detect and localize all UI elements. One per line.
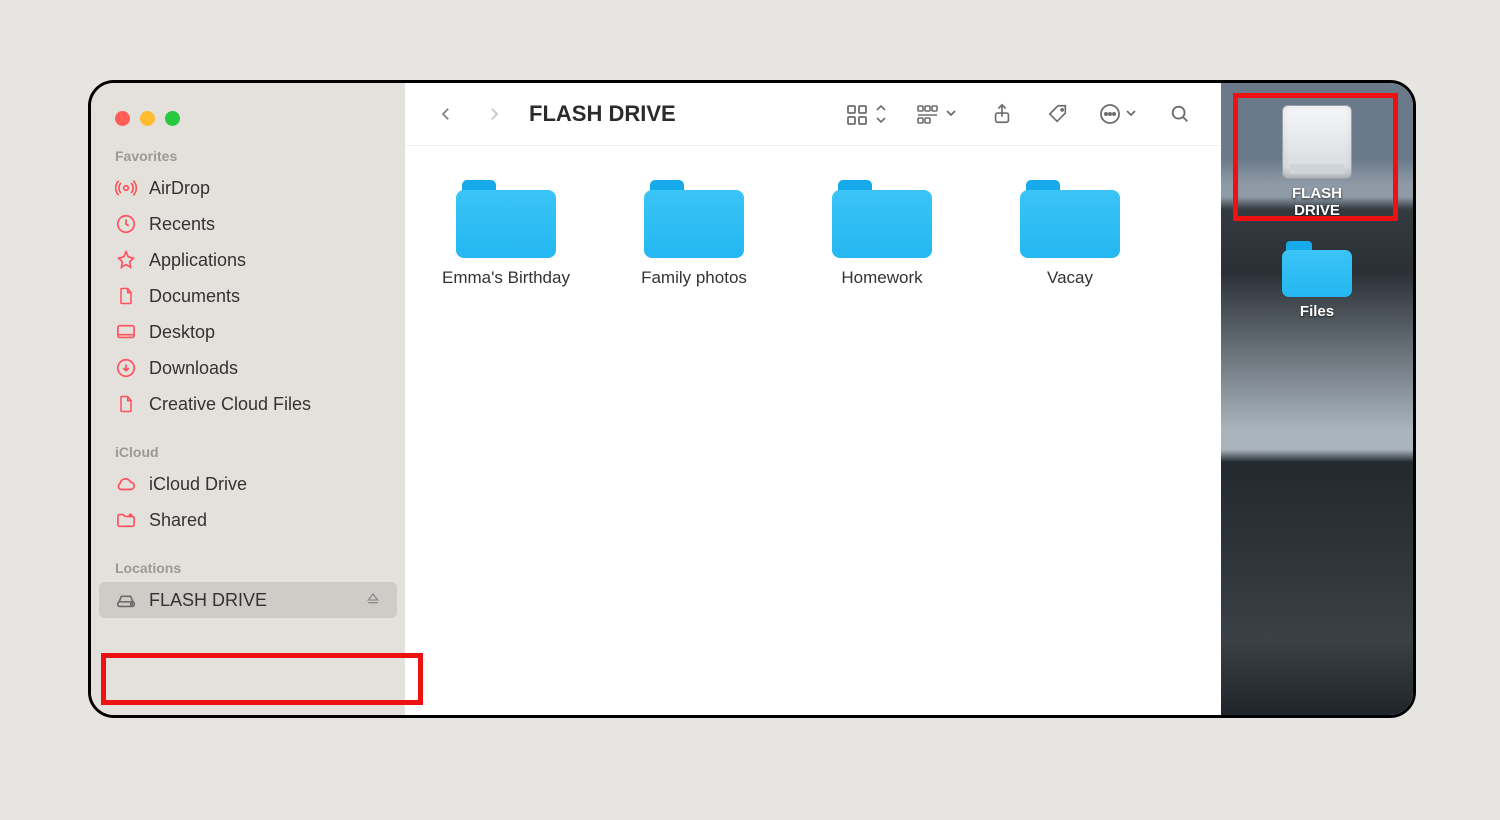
desktop-item-folder[interactable]: Files <box>1282 241 1352 320</box>
forward-button[interactable] <box>479 99 509 129</box>
desktop-icon <box>115 321 137 343</box>
close-button[interactable] <box>115 111 130 126</box>
tags-button[interactable] <box>1043 99 1073 129</box>
folder-label: Family photos <box>641 268 747 288</box>
document-icon <box>115 393 137 415</box>
folder-icon <box>1020 180 1120 258</box>
content-pane: FLASH DRIVE <box>405 83 1221 715</box>
eject-button[interactable] <box>365 590 381 611</box>
folder-item[interactable]: Emma's Birthday <box>431 180 581 288</box>
sidebar-item-label: FLASH DRIVE <box>149 590 267 611</box>
folder-item[interactable]: Family photos <box>619 180 769 288</box>
folder-label: Homework <box>841 268 922 288</box>
sidebar-item-flash-drive[interactable]: FLASH DRIVE <box>99 582 397 618</box>
applications-icon <box>115 249 137 271</box>
sidebar-item-label: Desktop <box>149 322 215 343</box>
group-button[interactable] <box>915 99 961 129</box>
zoom-button[interactable] <box>165 111 180 126</box>
sidebar-item-label: Applications <box>149 250 246 271</box>
action-menu-button[interactable] <box>1099 99 1139 129</box>
sidebar-item-downloads[interactable]: Downloads <box>91 350 405 386</box>
sidebar-item-desktop[interactable]: Desktop <box>91 314 405 350</box>
screenshot-frame: FLASH DRIVE Files Favorites AirDrop <box>88 80 1416 718</box>
minimize-button[interactable] <box>140 111 155 126</box>
toolbar: FLASH DRIVE <box>405 83 1221 146</box>
sidebar-item-documents[interactable]: Documents <box>91 278 405 314</box>
sidebar-item-label: Shared <box>149 510 207 531</box>
section-head-locations: Locations <box>91 538 405 582</box>
sidebar-item-creative-cloud[interactable]: Creative Cloud Files <box>91 386 405 422</box>
annotation-highlight <box>1233 93 1398 221</box>
sidebar-item-icloud-drive[interactable]: iCloud Drive <box>91 466 405 502</box>
clock-icon <box>115 213 137 235</box>
folder-icon <box>644 180 744 258</box>
finder-window: Favorites AirDrop Recents Applications <box>91 83 1221 715</box>
sidebar-item-label: Creative Cloud Files <box>149 394 311 415</box>
sidebar-item-label: AirDrop <box>149 178 210 199</box>
section-head-icloud: iCloud <box>91 422 405 466</box>
sidebar-item-label: Documents <box>149 286 240 307</box>
window-title: FLASH DRIVE <box>529 101 676 127</box>
sidebar-item-airdrop[interactable]: AirDrop <box>91 170 405 206</box>
desktop-background: FLASH DRIVE Files <box>1221 83 1413 715</box>
sidebar-item-applications[interactable]: Applications <box>91 242 405 278</box>
desktop-item-label: Files <box>1300 303 1334 320</box>
sidebar-item-label: Downloads <box>149 358 238 379</box>
folder-grid: Emma's Birthday Family photos Homework V… <box>405 146 1221 322</box>
document-icon <box>115 285 137 307</box>
folder-item[interactable]: Vacay <box>995 180 1145 288</box>
section-head-favorites: Favorites <box>91 126 405 170</box>
sidebar-item-shared[interactable]: Shared <box>91 502 405 538</box>
view-icons-button[interactable] <box>845 99 889 129</box>
search-button[interactable] <box>1165 99 1195 129</box>
folder-icon <box>832 180 932 258</box>
folder-label: Vacay <box>1047 268 1093 288</box>
shared-folder-icon <box>115 509 137 531</box>
toolbar-cluster <box>845 99 1195 129</box>
folder-icon <box>456 180 556 258</box>
sidebar-item-label: iCloud Drive <box>149 474 247 495</box>
annotation-highlight <box>101 653 423 705</box>
sidebar-item-label: Recents <box>149 214 215 235</box>
cloud-icon <box>115 473 137 495</box>
airdrop-icon <box>115 177 137 199</box>
sidebar: Favorites AirDrop Recents Applications <box>91 83 405 715</box>
window-controls <box>91 101 405 126</box>
folder-item[interactable]: Homework <box>807 180 957 288</box>
back-button[interactable] <box>431 99 461 129</box>
folder-icon <box>1282 241 1352 297</box>
external-drive-icon <box>115 589 137 611</box>
download-icon <box>115 357 137 379</box>
folder-label: Emma's Birthday <box>442 268 570 288</box>
share-button[interactable] <box>987 99 1017 129</box>
sidebar-item-recents[interactable]: Recents <box>91 206 405 242</box>
